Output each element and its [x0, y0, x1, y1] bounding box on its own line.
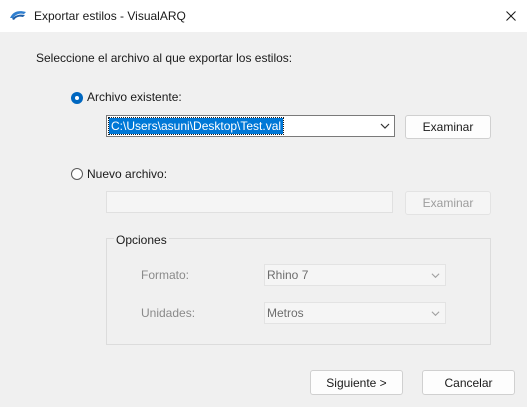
- new-file-path-input: [106, 191, 393, 213]
- chevron-down-icon: [431, 311, 440, 317]
- existing-file-label[interactable]: Archivo existente:: [87, 90, 182, 104]
- cancel-button[interactable]: Cancelar: [422, 370, 515, 395]
- format-select: Rhino 7: [264, 264, 446, 286]
- existing-browse-button[interactable]: Examinar: [405, 115, 491, 139]
- new-file-radio[interactable]: [71, 168, 83, 180]
- existing-file-path[interactable]: C:\Users\asuni\Desktop\Test.val: [107, 117, 285, 135]
- close-button[interactable]: [494, 0, 527, 32]
- chevron-down-icon: [431, 273, 440, 279]
- units-select: Metros: [264, 302, 446, 324]
- visualarq-logo-icon: [10, 11, 26, 20]
- next-button[interactable]: Siguiente >: [310, 370, 403, 395]
- chevron-down-icon[interactable]: [380, 121, 390, 131]
- new-file-label[interactable]: Nuevo archivo:: [87, 167, 167, 181]
- units-label: Unidades:: [141, 306, 196, 320]
- existing-file-combobox[interactable]: C:\Users\asuni\Desktop\Test.val: [106, 115, 395, 137]
- options-group-title: Opciones: [114, 233, 169, 247]
- instruction-label: Seleccione el archivo al que exportar lo…: [36, 51, 293, 65]
- format-label: Formato:: [141, 268, 190, 282]
- close-icon: [505, 11, 516, 21]
- units-value: Metros: [267, 306, 304, 320]
- options-groupbox: [106, 238, 491, 345]
- new-browse-button: Examinar: [405, 191, 491, 215]
- window-title: Exportar estilos - VisualARQ: [34, 9, 186, 23]
- existing-file-radio[interactable]: [71, 92, 83, 104]
- format-value: Rhino 7: [267, 268, 309, 282]
